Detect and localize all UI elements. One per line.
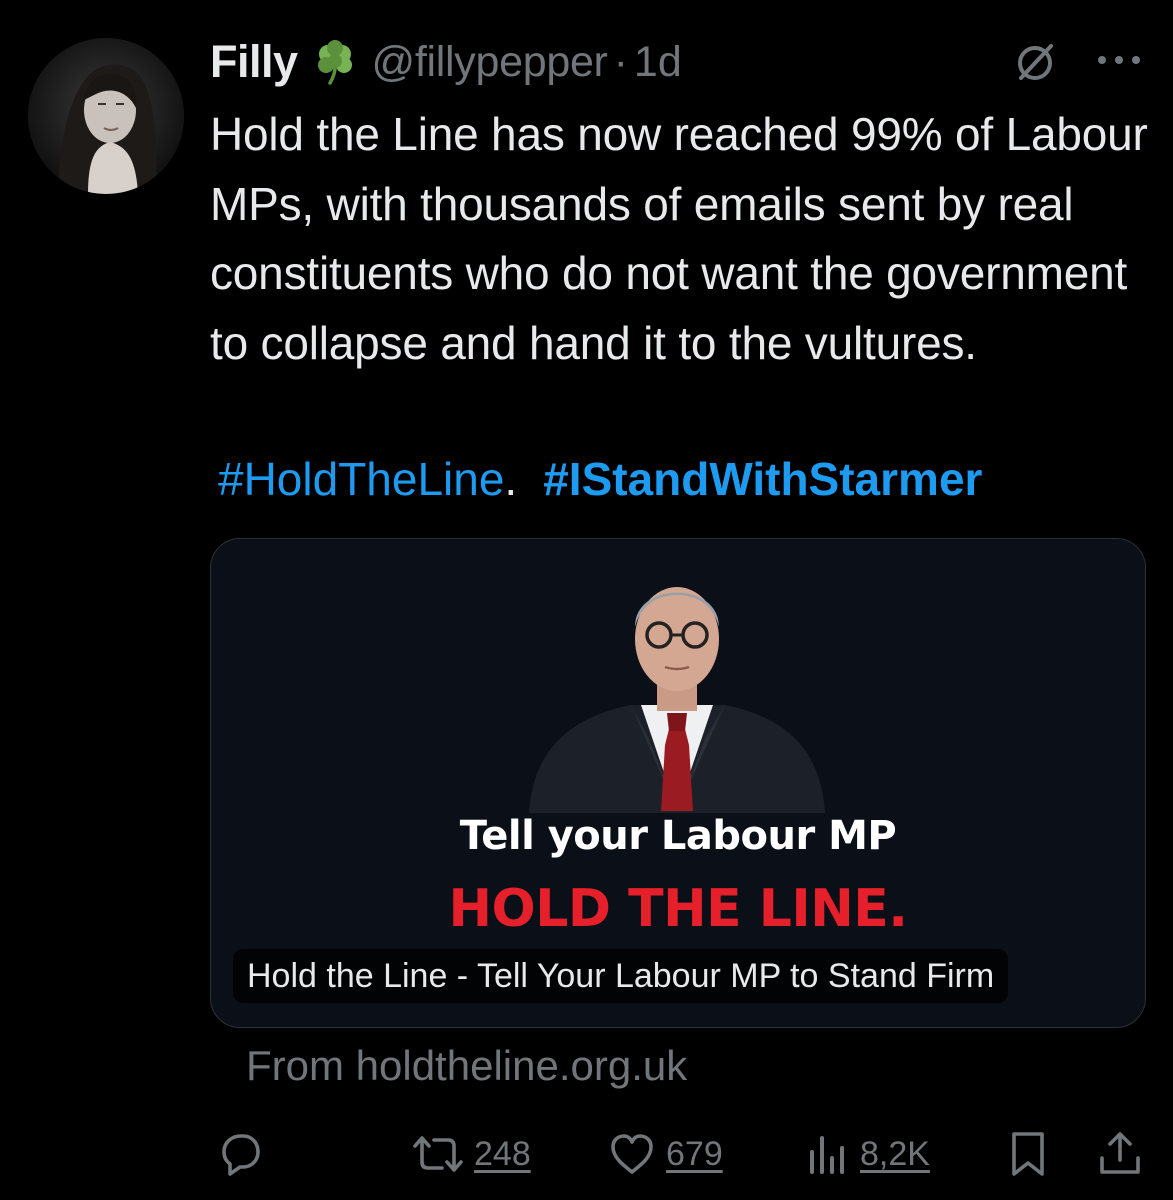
- display-name[interactable]: Filly: [210, 36, 298, 88]
- bookmark-button[interactable]: [1006, 1126, 1050, 1182]
- hashtag-period: .: [504, 453, 518, 505]
- like-button[interactable]: 679: [608, 1126, 723, 1182]
- card-slogan: HOLD THE LINE.: [448, 879, 908, 939]
- bookmark-icon: [1012, 1132, 1044, 1176]
- retweet-count[interactable]: 248: [474, 1135, 531, 1174]
- share-button[interactable]: [1096, 1126, 1144, 1182]
- link-card[interactable]: Tell your Labour MP HOLD THE LINE. Hold …: [210, 538, 1146, 1028]
- avatar[interactable]: [28, 38, 184, 194]
- views-button[interactable]: 8,2K: [806, 1126, 930, 1182]
- shamrock-icon: [312, 39, 358, 85]
- reply-button[interactable]: [216, 1126, 264, 1182]
- like-count[interactable]: 679: [666, 1135, 723, 1174]
- card-source-link[interactable]: From holdtheline.org.uk: [246, 1042, 687, 1090]
- avatar-photo: [28, 38, 184, 194]
- retweet-icon: [413, 1136, 463, 1172]
- grok-icon[interactable]: [1012, 40, 1058, 86]
- hashtag-holdtheline[interactable]: #HoldTheLine: [218, 453, 504, 505]
- heart-icon: [611, 1134, 653, 1174]
- views-count[interactable]: 8,2K: [860, 1135, 930, 1174]
- retweet-button[interactable]: 248: [412, 1126, 531, 1182]
- hashtag-line: #HoldTheLine. #IStandWithStarmer: [218, 448, 982, 510]
- hashtag-istandwithstarmer[interactable]: #IStandWithStarmer: [543, 453, 982, 505]
- tweet-header: Filly @fillypepper · 1d: [210, 34, 682, 90]
- more-options-icon[interactable]: [1094, 48, 1144, 72]
- tweet-time[interactable]: 1d: [634, 38, 682, 87]
- separator-dot: ·: [613, 37, 628, 86]
- tweet-text: Hold the Line has now reached 99% of Lab…: [210, 108, 1148, 369]
- share-icon: [1100, 1132, 1140, 1174]
- card-heading: Tell your Labour MP: [459, 813, 897, 859]
- views-icon: [810, 1136, 844, 1174]
- reply-icon: [222, 1134, 260, 1176]
- user-handle[interactable]: @fillypepper: [372, 38, 608, 87]
- card-title: Hold the Line - Tell Your Labour MP to S…: [233, 949, 1009, 1003]
- action-bar: 248 679 8,2K: [0, 1126, 1173, 1182]
